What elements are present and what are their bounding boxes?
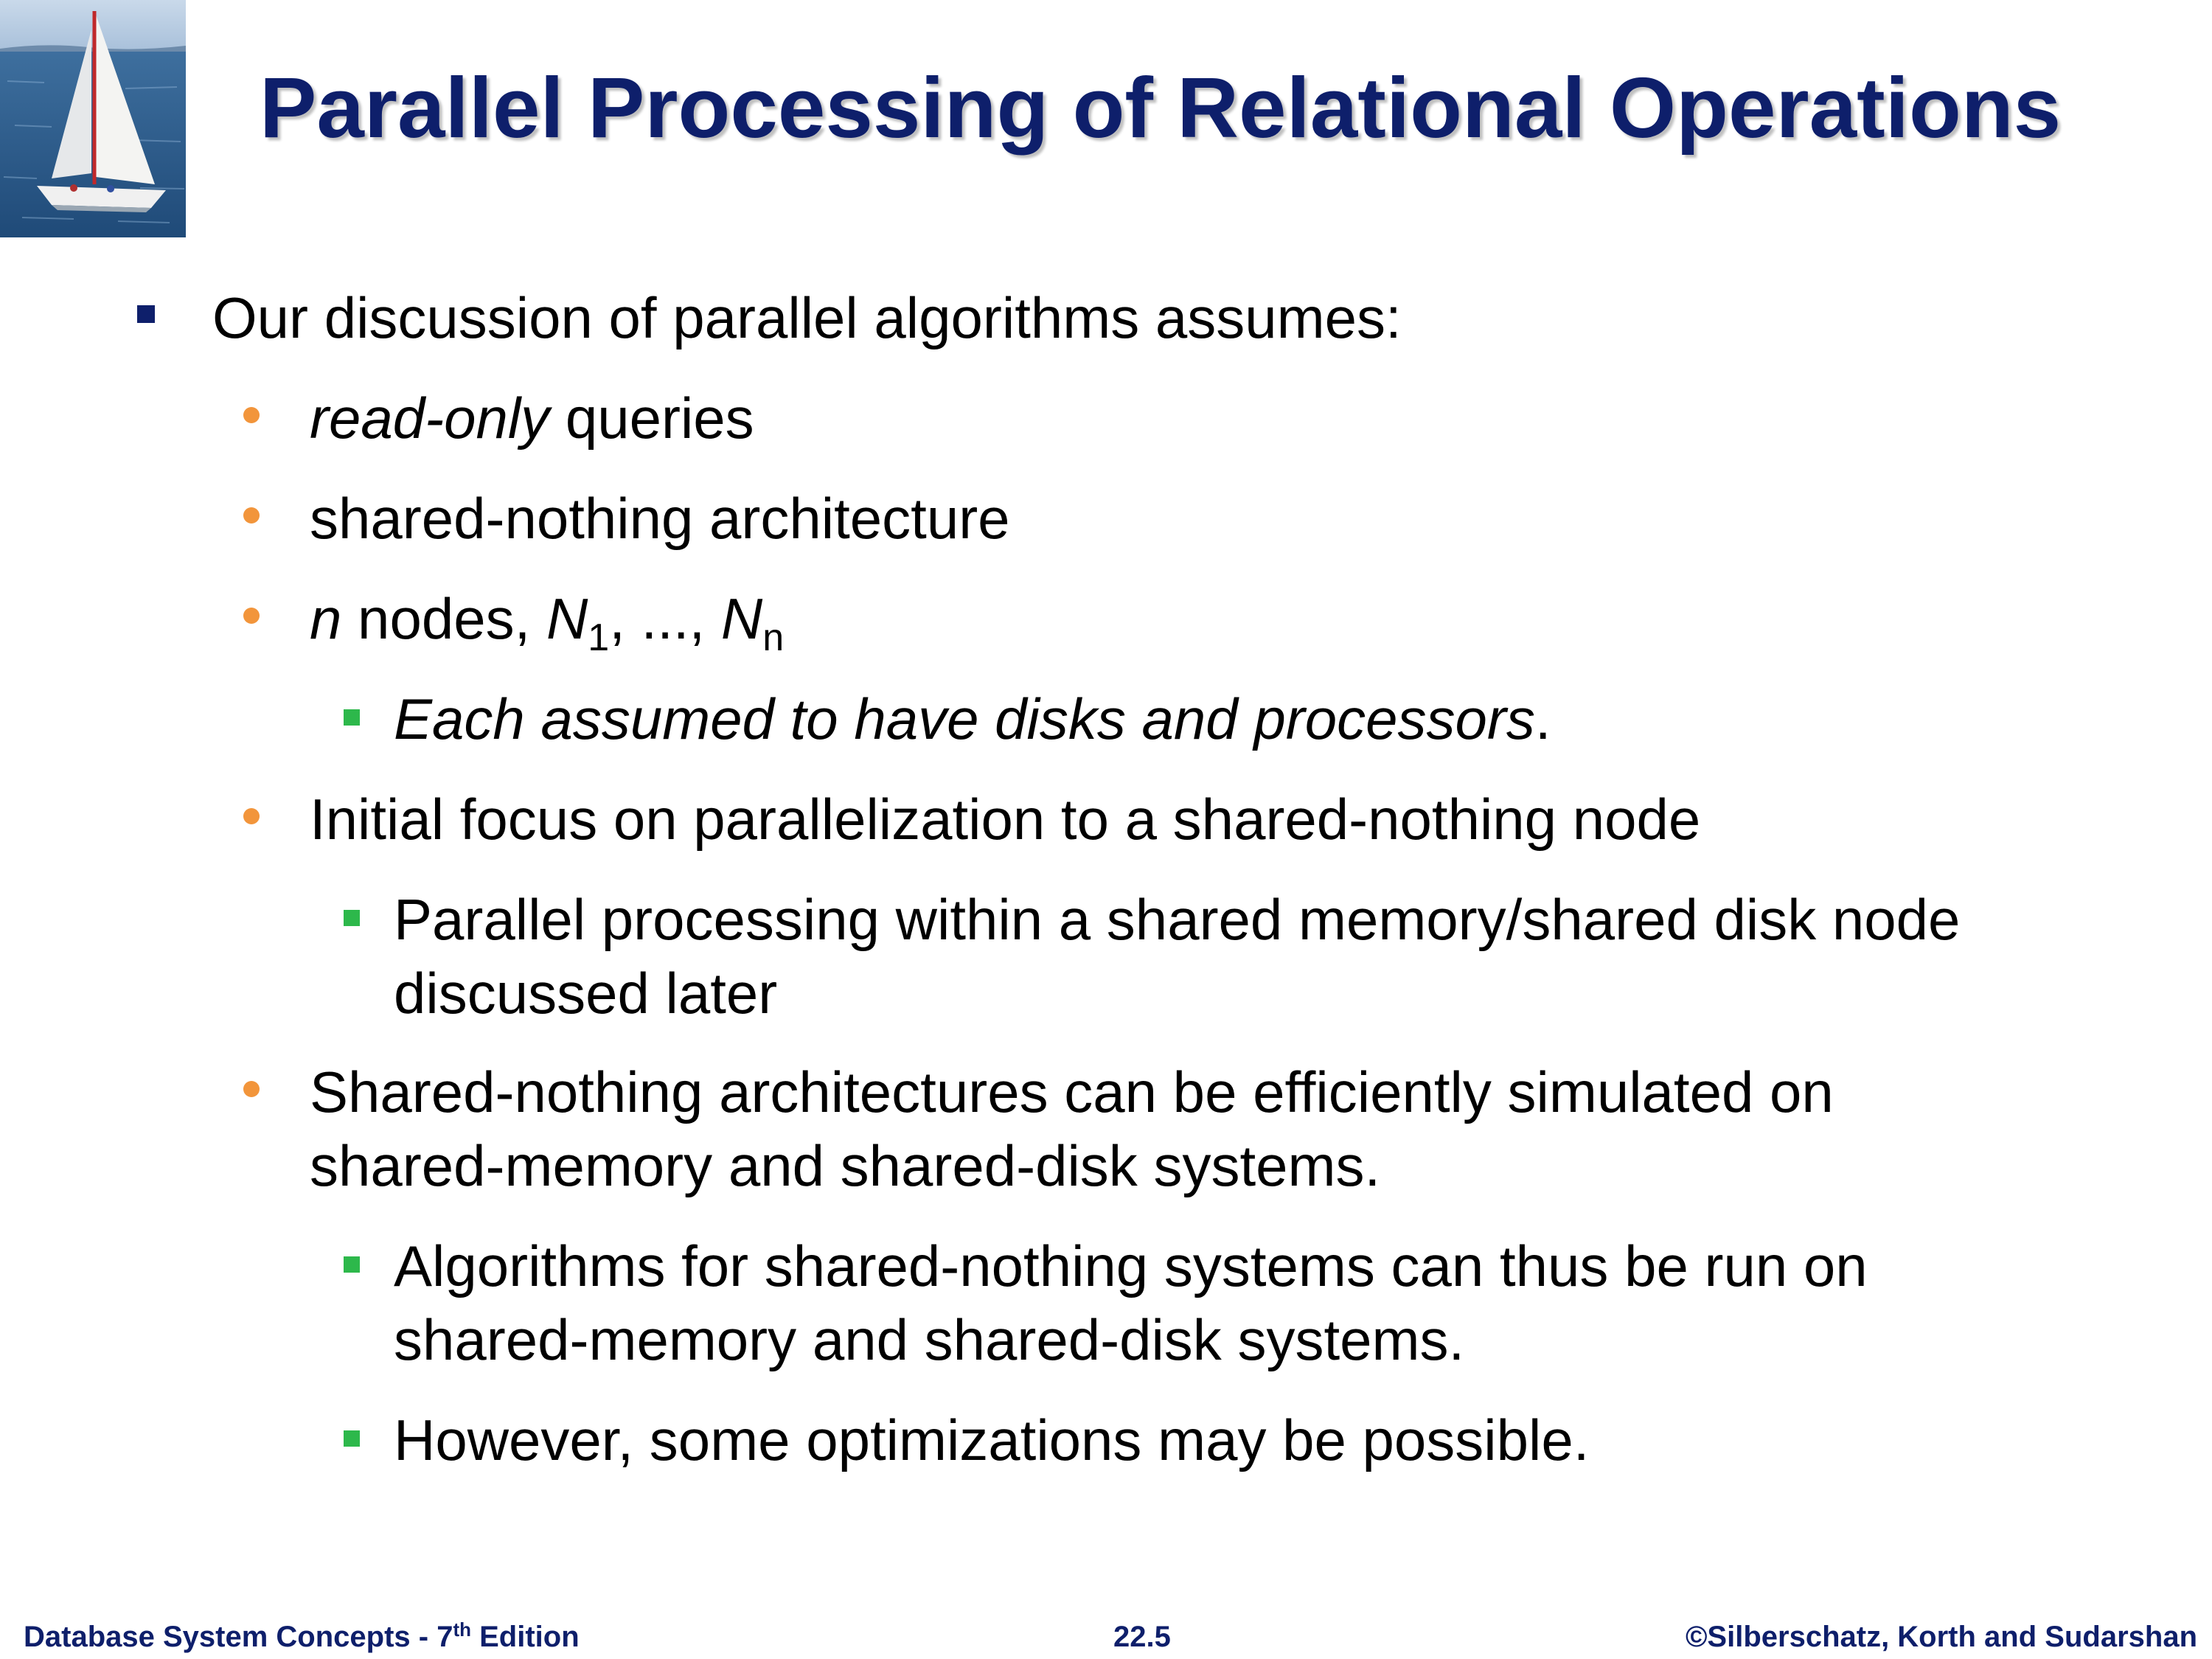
bullet-algorithms-line2: shared-memory and shared-disk systems. — [394, 1307, 1465, 1372]
bullet-intro: Our discussion of parallel algorithms as… — [212, 285, 1402, 350]
bullet-square-icon — [137, 305, 155, 323]
bullet-dot-icon — [243, 407, 260, 423]
bullet-initial-focus: Initial focus on parallelization to a sh… — [310, 787, 1701, 852]
footer-copyright: ©Silberschatz, Korth and Sudarshan — [1685, 1621, 2197, 1653]
each-assumed-italic: Each assumed to have disks and processor… — [394, 686, 1535, 751]
bullet-read-only: read-only queries — [310, 389, 754, 447]
footer-book-suffix: Edition — [471, 1621, 580, 1653]
bullet-square-green-icon — [344, 709, 360, 726]
nodes-N1: N — [546, 586, 588, 651]
footer-book-prefix: Database System Concepts - 7 — [24, 1621, 453, 1653]
bullet-each-assumed: Each assumed to have disks and processor… — [394, 690, 1551, 748]
bullet-simulated-line1: Shared-nothing architectures can be effi… — [310, 1060, 1834, 1124]
footer-page-number: 22.5 — [1113, 1621, 1171, 1653]
bullet-dot-icon — [243, 1081, 260, 1097]
read-only-italic: read-only — [310, 386, 550, 451]
bullet-dot-icon — [243, 507, 260, 524]
bullet-dot-icon — [243, 808, 260, 824]
footer-book-sup: th — [453, 1618, 471, 1641]
nodes-subn: n — [762, 616, 785, 659]
bullet-shared-nothing: shared-nothing architecture — [310, 486, 1010, 551]
each-assumed-period: . — [1534, 686, 1551, 751]
footer-book-title: Database System Concepts - 7th Edition — [24, 1620, 580, 1653]
bullet-algorithms-line1: Algorithms for shared-nothing systems ca… — [394, 1234, 1868, 1298]
bullet-square-green-icon — [344, 910, 360, 926]
bullet-dot-icon — [243, 608, 260, 624]
nodes-sub1: 1 — [588, 616, 610, 659]
bullet-parallel-line2: discussed later — [394, 961, 778, 1026]
bullet-square-green-icon — [344, 1256, 360, 1273]
read-only-rest: queries — [549, 386, 754, 451]
bullet-simulated-line2: shared-memory and shared-disk systems. — [310, 1133, 1381, 1198]
nodes-n: n — [310, 586, 342, 651]
bullet-however: However, some optimizations may be possi… — [394, 1408, 1590, 1472]
bullet-square-green-icon — [344, 1430, 360, 1447]
bullet-parallel-line1: Parallel processing within a shared memo… — [394, 887, 1961, 952]
bullet-n-nodes: n nodes, N1, ..., Nn — [310, 590, 784, 657]
nodes-text: nodes, — [341, 586, 546, 651]
nodes-ellipsis: , ..., — [609, 586, 721, 651]
bullet-list: Our discussion of parallel algorithms as… — [0, 0, 2212, 1548]
nodes-Nn: N — [720, 586, 763, 651]
